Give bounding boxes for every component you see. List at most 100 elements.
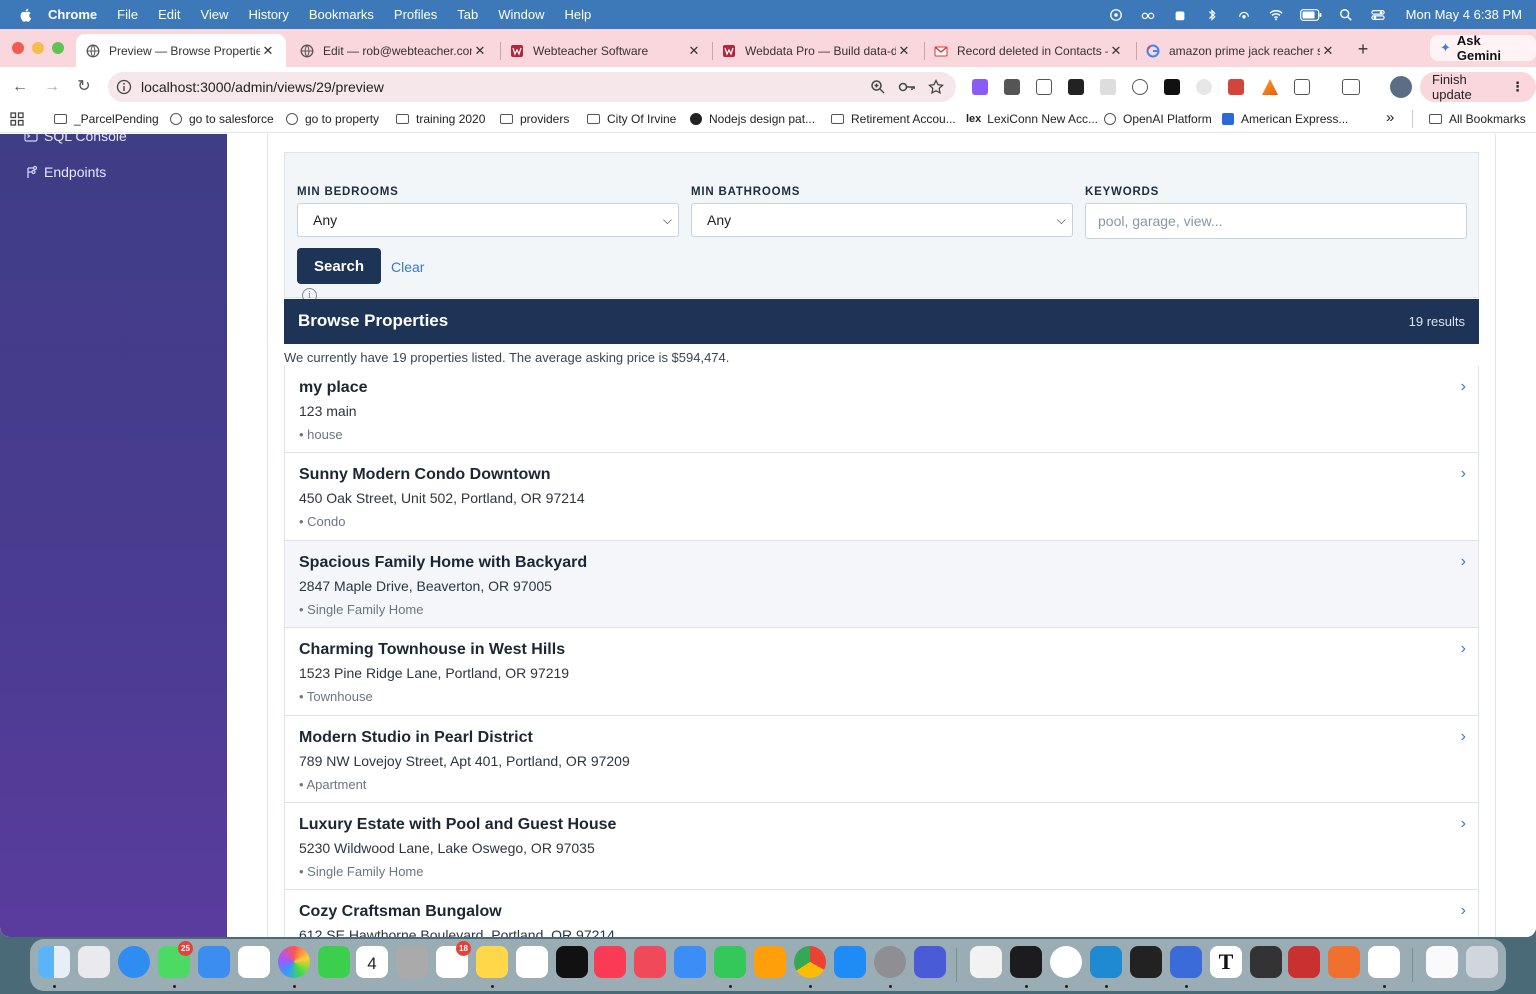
bookmark-nodejs[interactable]: Nodejs design pat...	[690, 112, 815, 126]
list-item[interactable]: Spacious Family Home with Backyard 2847 …	[284, 540, 1479, 629]
extension-status-icon[interactable]	[1172, 8, 1188, 22]
close-tab-icon[interactable]: ✕	[472, 43, 488, 59]
numbers-icon[interactable]	[714, 946, 746, 978]
bluetooth-icon[interactable]	[1204, 8, 1220, 22]
chrome-icon[interactable]	[794, 946, 826, 978]
extension-gray-circle-icon[interactable]	[1196, 79, 1212, 95]
finish-update-button[interactable]: Finish update ⋮	[1420, 72, 1536, 102]
database-icon[interactable]	[1170, 946, 1202, 978]
bookmark-openai[interactable]: OpenAI Platform	[1104, 112, 1212, 126]
list-item[interactable]: Luxury Estate with Pool and Guest House …	[284, 802, 1479, 891]
safari-icon[interactable]	[118, 946, 150, 978]
contacts-icon[interactable]	[396, 946, 428, 978]
url-text[interactable]: localhost:3000/admin/views/29/preview	[141, 79, 384, 95]
menu-view[interactable]: View	[200, 7, 228, 22]
spotlight-search-icon[interactable]	[1338, 8, 1354, 22]
password-key-icon[interactable]	[898, 79, 916, 95]
freeform-icon[interactable]	[516, 946, 548, 978]
extension-puzzle-purple-icon[interactable]	[972, 79, 988, 95]
side-panel-icon[interactable]	[1342, 79, 1360, 95]
chatgpt-status-icon[interactable]	[1108, 8, 1124, 22]
bookmark-lexiconn[interactable]: lex LexiConn New Acc...	[966, 112, 1098, 126]
list-item[interactable]: Charming Townhouse in West Hills 1523 Pi…	[284, 628, 1479, 716]
news-icon[interactable]	[634, 946, 666, 978]
sidebar-item-endpoints[interactable]: Endpoints	[24, 164, 106, 180]
menu-file[interactable]: File	[117, 7, 138, 22]
bookmark-parcelpending[interactable]: _ParcelPending	[54, 112, 159, 126]
menu-edit[interactable]: Edit	[158, 7, 180, 22]
dictionary-icon[interactable]	[1288, 946, 1320, 978]
mail-icon[interactable]	[198, 946, 230, 978]
bookmark-american-express[interactable]: American Express...	[1222, 112, 1348, 126]
typora-icon[interactable]: T	[1210, 946, 1242, 978]
app-store-icon[interactable]	[834, 946, 866, 978]
bookmark-star-icon[interactable]	[928, 79, 944, 95]
extension-recycle-icon[interactable]	[1036, 79, 1052, 95]
close-window-button[interactable]	[12, 42, 24, 54]
chatgpt-icon[interactable]	[1050, 946, 1082, 978]
tab-edit-contact[interactable]: Edit — rob@webteacher.com ✕	[290, 34, 498, 67]
close-tab-icon[interactable]: ✕	[896, 43, 912, 59]
sidebar-item-sql-console[interactable]: SQL Console	[24, 134, 127, 144]
menu-window[interactable]: Window	[498, 7, 544, 22]
bookmark-providers[interactable]: providers	[500, 112, 569, 126]
tab-webteacher-software[interactable]: Webteacher Software ✕	[500, 34, 712, 67]
search-button[interactable]: Search	[297, 248, 381, 284]
keywords-input[interactable]	[1085, 203, 1467, 239]
finder-icon[interactable]	[38, 946, 70, 978]
menu-profiles[interactable]: Profiles	[394, 7, 437, 22]
profile-avatar[interactable]	[1390, 76, 1412, 98]
extension-triangle-icon[interactable]	[1262, 79, 1278, 95]
min-bedrooms-select[interactable]: Any ⌵	[297, 203, 679, 237]
zoom-icon[interactable]	[870, 79, 886, 95]
trash-icon[interactable]	[1466, 946, 1498, 978]
apple-icon[interactable]	[18, 7, 34, 23]
tab-webdata-pro[interactable]: Webdata Pro — Build data-dr ✕	[712, 34, 922, 67]
preview-icon[interactable]	[970, 946, 1002, 978]
more-menu-icon[interactable]: ⋮	[1511, 79, 1524, 95]
minimize-window-button[interactable]	[32, 42, 44, 54]
close-tab-icon[interactable]: ✕	[1320, 43, 1336, 59]
zoom-window-button[interactable]	[52, 42, 64, 54]
tab-record-deleted[interactable]: Record deleted in Contacts – ✕	[924, 34, 1134, 67]
terminal-icon[interactable]	[1010, 946, 1042, 978]
list-item[interactable]: my place 123 main • house ›	[284, 366, 1479, 454]
pages-icon[interactable]	[754, 946, 786, 978]
location-pin-icon[interactable]	[1130, 946, 1162, 978]
extension-circle-icon[interactable]	[1132, 79, 1148, 95]
launchpad-icon[interactable]	[78, 946, 110, 978]
back-button[interactable]: ←	[9, 76, 31, 98]
simulator-icon[interactable]	[914, 946, 946, 978]
address-bar[interactable]: localhost:3000/admin/views/29/preview	[108, 72, 956, 102]
bookmark-retirement[interactable]: Retirement Accou...	[831, 112, 956, 126]
document-stack-icon[interactable]	[1426, 946, 1458, 978]
menu-history[interactable]: History	[248, 7, 288, 22]
menu-bookmarks[interactable]: Bookmarks	[309, 7, 374, 22]
close-tab-icon[interactable]: ✕	[260, 43, 276, 59]
min-bathrooms-select[interactable]: Any ⌵	[691, 203, 1073, 237]
extension-f-icon[interactable]	[1068, 79, 1084, 95]
system-settings-icon[interactable]	[874, 946, 906, 978]
all-bookmarks[interactable]: All Bookmarks	[1429, 112, 1526, 126]
bookmark-city-of-irvine[interactable]: City Of Irvine	[587, 112, 676, 126]
menu-tab[interactable]: Tab	[457, 7, 478, 22]
apple-tv-icon[interactable]	[556, 946, 588, 978]
control-center-icon[interactable]	[1370, 8, 1386, 22]
pencil-app-icon[interactable]	[1328, 946, 1360, 978]
bookmark-go-to-salesforce[interactable]: go to salesforce	[170, 112, 274, 126]
photos-icon[interactable]	[278, 946, 310, 978]
extension-dark-icon[interactable]	[1004, 79, 1020, 95]
extension-blank-icon[interactable]	[1100, 79, 1116, 95]
vscode-icon[interactable]	[1090, 946, 1122, 978]
facetime-icon[interactable]	[318, 946, 350, 978]
tab-browse-properties[interactable]: Preview — Browse Properties ✕	[76, 34, 286, 67]
calendar-icon[interactable]: 4	[356, 946, 388, 978]
close-tab-icon[interactable]: ✕	[686, 43, 702, 59]
menu-chrome[interactable]: Chrome	[48, 7, 97, 22]
reload-button[interactable]: ↻	[73, 76, 95, 98]
apps-grid-icon[interactable]	[10, 112, 24, 126]
extensions-puzzle-icon[interactable]	[1294, 79, 1310, 95]
clear-link[interactable]: Clear	[391, 259, 424, 275]
maps-icon[interactable]	[238, 946, 270, 978]
battery-icon[interactable]	[1299, 8, 1322, 22]
